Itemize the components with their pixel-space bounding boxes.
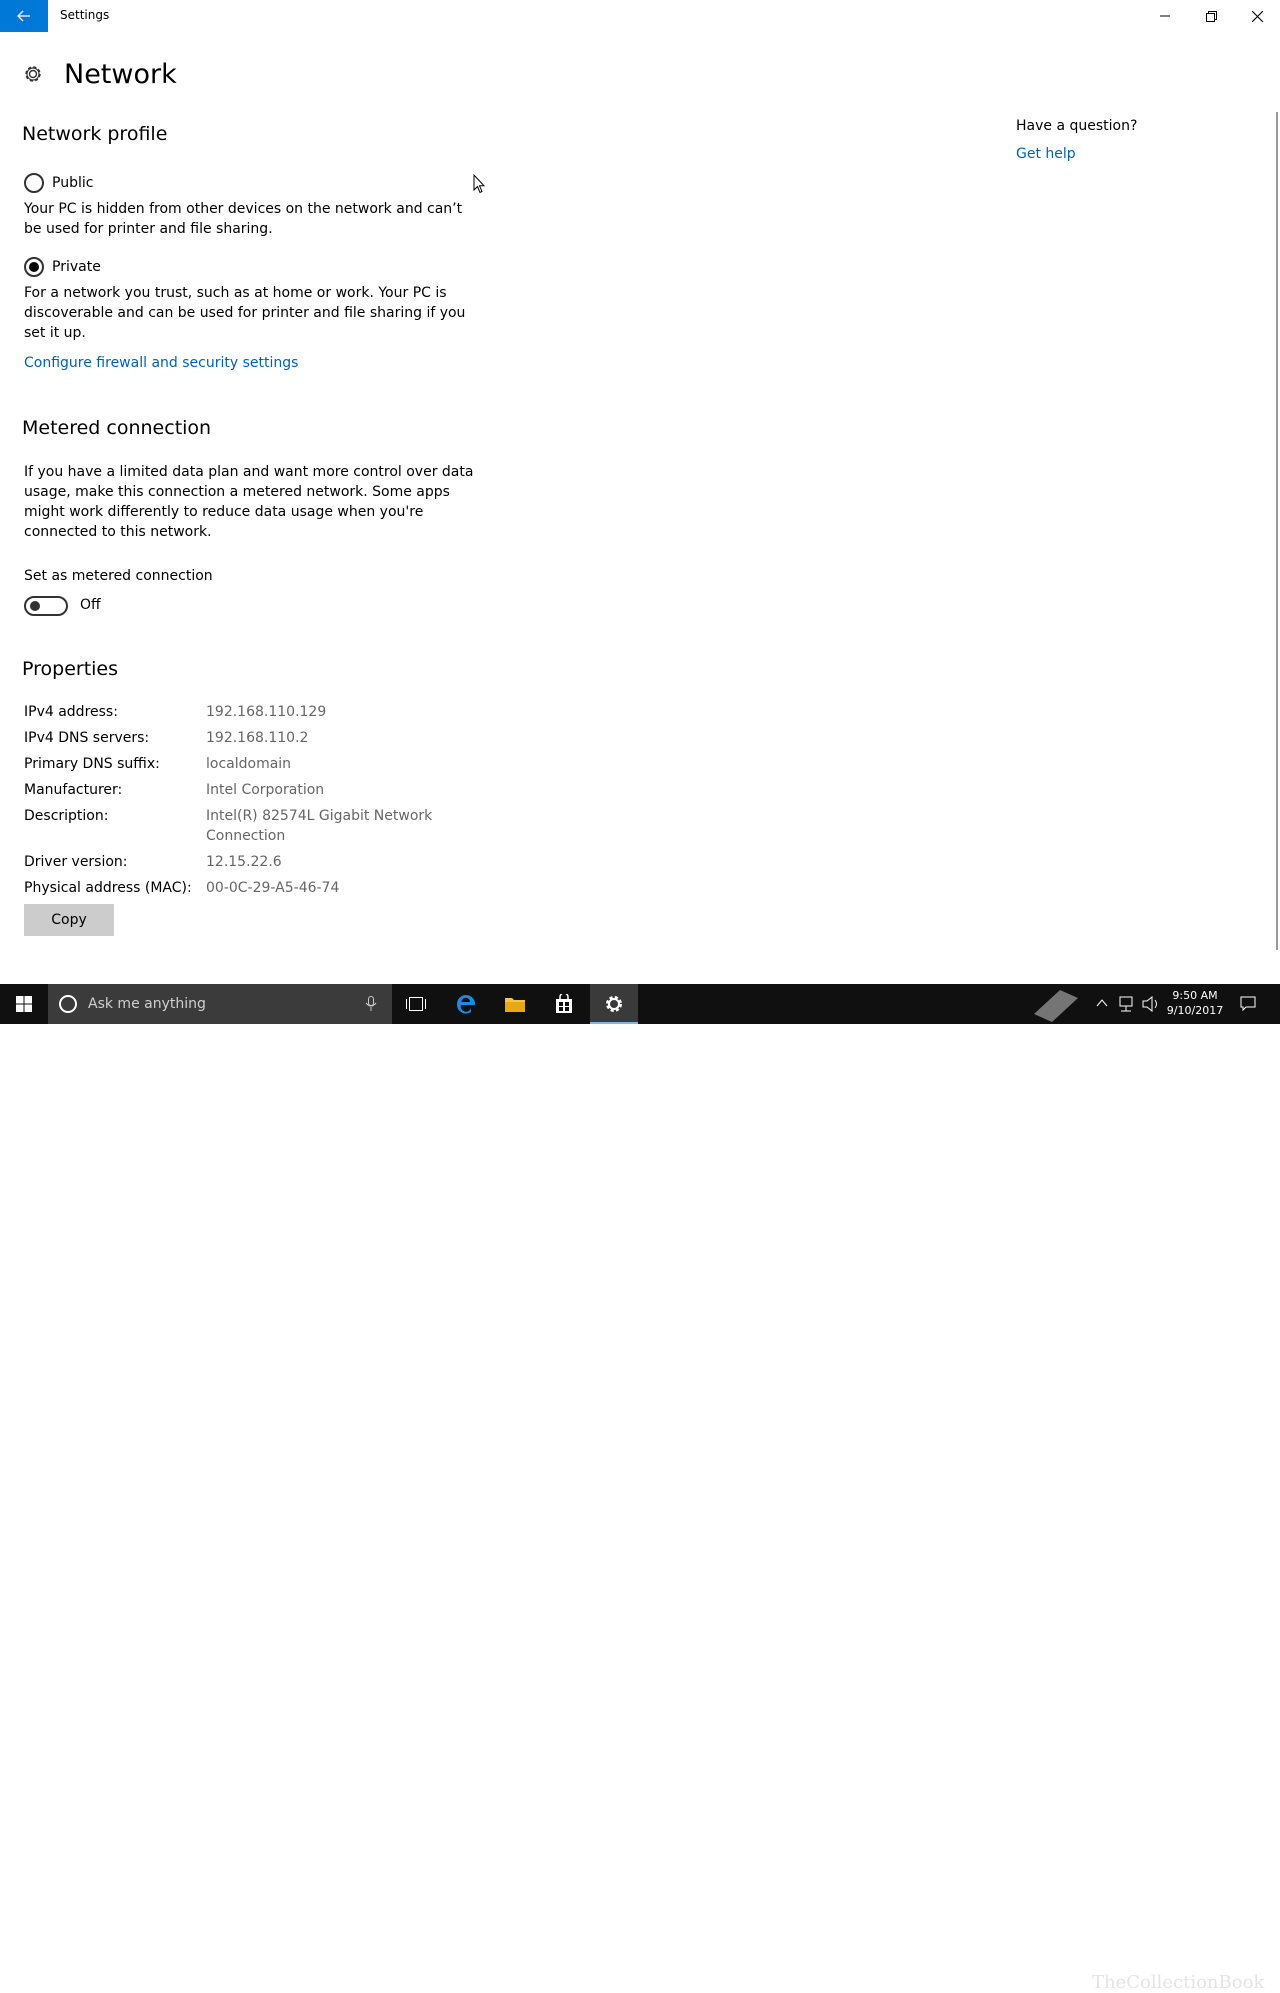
get-help-link[interactable]: Get help [1016, 146, 1076, 162]
edge-button[interactable] [442, 984, 490, 1024]
dns-suffix-label: Primary DNS suffix: [24, 756, 160, 772]
ipv4-label: IPv4 address: [24, 704, 118, 720]
edge-icon [456, 994, 476, 1014]
description-value: Intel(R) 82574L Gigabit Network Connecti… [206, 808, 433, 844]
description-label: Description: [24, 808, 109, 824]
clock-date: 9/10/2017 [1166, 1004, 1224, 1017]
firewall-settings-link[interactable]: Configure firewall and security settings [24, 355, 298, 371]
task-view-icon [406, 997, 426, 1011]
system-clock[interactable]: 9:50 AM 9/10/2017 [1162, 988, 1228, 1018]
gear-icon [25, 66, 41, 82]
metered-toggle-label: Set as metered connection [24, 568, 213, 584]
start-button[interactable] [0, 984, 48, 1024]
dns-suffix-value: localdomain [206, 756, 292, 772]
driver-label: Driver version: [24, 854, 128, 870]
watermark: TheCollectionBook [1092, 1972, 1265, 1993]
mac-label: Physical address (MAC): [24, 880, 192, 896]
radio-private-label: Private [52, 259, 101, 275]
network-profile-heading: Network profile [22, 123, 168, 145]
ipv4-value: 192.168.110.129 [206, 704, 327, 720]
manufacturer-value: Intel Corporation [206, 782, 325, 798]
restore-icon [1205, 10, 1217, 22]
driver-value: 12.15.22.6 [206, 854, 282, 870]
task-view-button[interactable] [392, 984, 440, 1024]
metered-heading: Metered connection [22, 417, 212, 439]
volume-icon[interactable] [1142, 996, 1160, 1012]
back-arrow-icon [17, 10, 30, 22]
network-icon[interactable] [1118, 996, 1134, 1012]
radio-private[interactable]: Private [24, 257, 101, 277]
store-button[interactable] [540, 984, 588, 1024]
microphone-icon[interactable] [365, 996, 377, 1012]
close-button[interactable] [1234, 0, 1280, 32]
mouse-cursor-icon [473, 174, 485, 194]
back-button[interactable] [0, 0, 48, 32]
radio-private-circle[interactable] [24, 257, 44, 277]
dns-label: IPv4 DNS servers: [24, 730, 150, 746]
private-description: For a network you trust, such as at home… [24, 285, 466, 341]
scrollbar[interactable] [1276, 112, 1278, 950]
help-question: Have a question? [1016, 118, 1138, 134]
public-description: Your PC is hidden from other devices on … [24, 201, 463, 237]
window-title: Settings [60, 8, 110, 22]
clock-time: 9:50 AM [1172, 989, 1218, 1002]
minimize-button[interactable] [1142, 0, 1188, 32]
restore-button[interactable] [1188, 0, 1234, 32]
title-bar: Settings [0, 0, 1280, 32]
page-title: Network [64, 58, 177, 90]
toggle-knob [30, 601, 40, 611]
folder-icon [505, 998, 525, 1012]
manufacturer-label: Manufacturer: [24, 782, 123, 798]
mac-value: 00-0C-29-A5-46-74 [206, 880, 340, 896]
cortana-icon [59, 995, 77, 1013]
store-icon [556, 994, 572, 1013]
radio-public[interactable]: Public [24, 173, 93, 193]
close-icon [1251, 10, 1263, 22]
metered-toggle-state: Off [80, 597, 101, 613]
windows-logo-icon [16, 996, 32, 1012]
settings-taskbar-button[interactable] [590, 984, 638, 1024]
book-logo-icon [1034, 990, 1078, 1022]
dns-value: 192.168.110.2 [206, 730, 309, 746]
copy-button[interactable]: Copy [24, 904, 114, 936]
radio-public-circle[interactable] [24, 173, 44, 193]
radio-selected-dot [29, 262, 39, 272]
metered-toggle[interactable] [24, 596, 68, 616]
search-placeholder: Ask me anything [88, 996, 206, 1012]
action-center-icon[interactable] [1240, 996, 1256, 1012]
settings-gear-icon [606, 996, 622, 1012]
taskbar: Ask me anything TheCollectionBook 9:50 A… [0, 984, 1280, 1993]
properties-heading: Properties [22, 658, 119, 680]
radio-public-label: Public [52, 175, 94, 191]
page-header: Network [22, 56, 177, 92]
chevron-up-icon[interactable] [1096, 998, 1108, 1008]
file-explorer-button[interactable] [491, 984, 539, 1024]
metered-description: If you have a limited data plan and want… [24, 464, 474, 540]
cortana-search-box[interactable]: Ask me anything [48, 984, 392, 1024]
minimize-icon [1160, 15, 1170, 17]
